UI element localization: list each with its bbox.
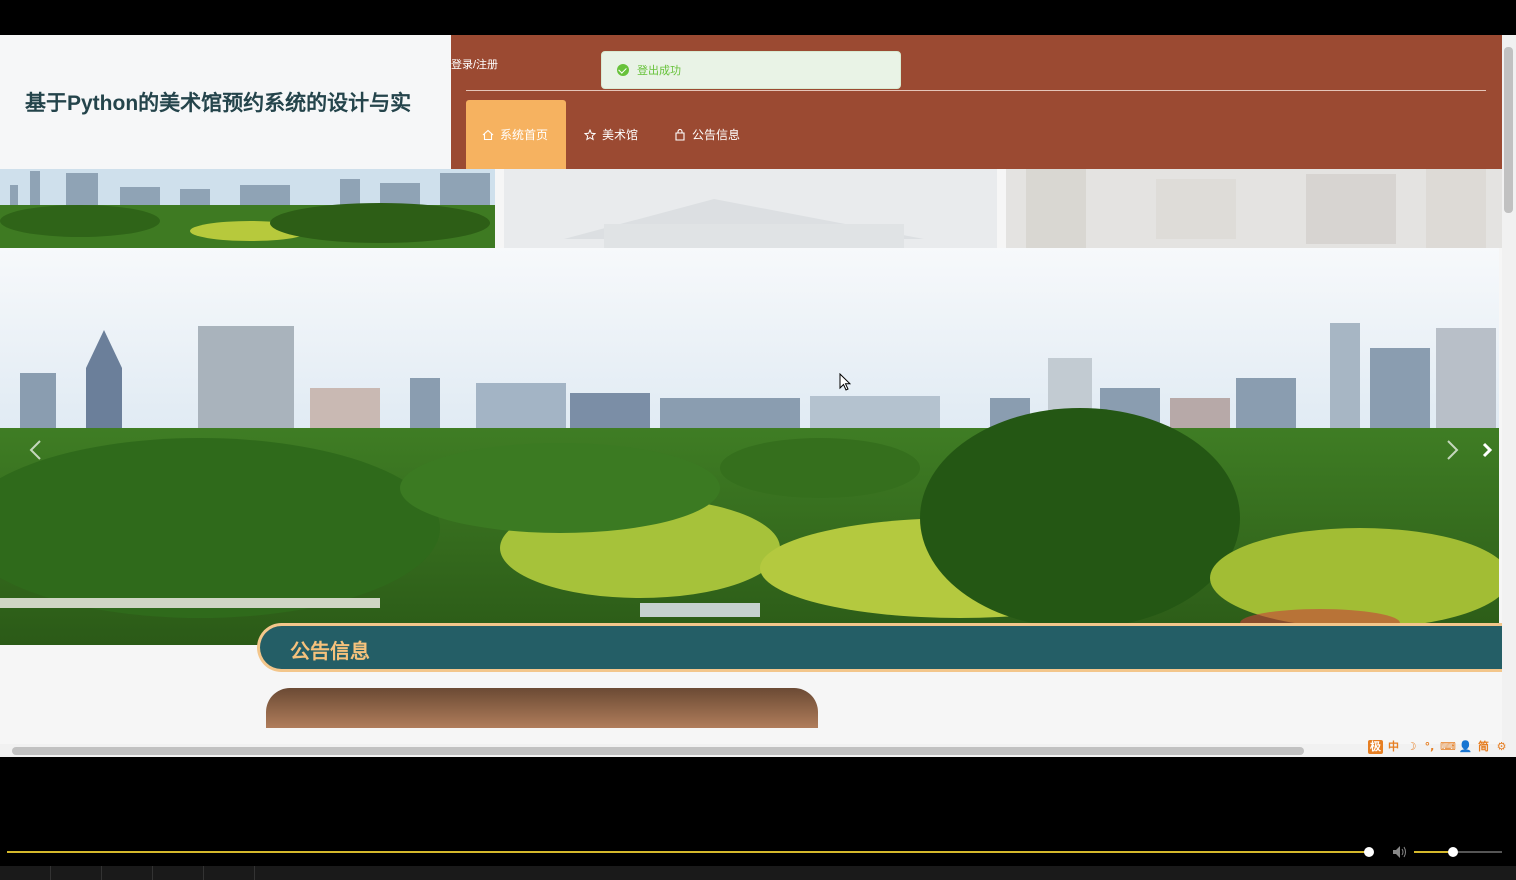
star-icon — [584, 128, 596, 141]
ime-punctuation-icon[interactable]: °, — [1422, 740, 1437, 754]
horizontal-scrollbar[interactable] — [0, 744, 1502, 757]
chevron-right-icon[interactable] — [1476, 438, 1499, 462]
progress-bar[interactable] — [7, 851, 1369, 853]
taskbar-slot[interactable] — [153, 866, 204, 880]
ime-settings-icon[interactable]: ⚙ — [1494, 740, 1509, 754]
ime-keyboard-icon[interactable]: ⌨ — [1440, 740, 1456, 754]
notice-card[interactable] — [266, 688, 818, 728]
header-brand-area: 基于Python的美术馆预约系统的设计与实 — [0, 35, 451, 169]
volume-handle[interactable] — [1448, 847, 1458, 857]
nav-item-notices[interactable]: 公告信息 — [656, 100, 758, 169]
nav-item-home[interactable]: 系统首页 — [466, 100, 566, 169]
hero-banner — [0, 248, 1499, 645]
login-register-link[interactable]: 登录/注册 — [451, 56, 498, 72]
vertical-scrollbar[interactable] — [1502, 35, 1516, 757]
ime-user-icon[interactable]: 👤 — [1458, 740, 1473, 754]
taskbar-slot[interactable] — [204, 866, 255, 880]
ime-toolbar: 极 中 ☽ °, ⌨ 👤 简 ⚙ — [1368, 739, 1509, 755]
horizontal-scrollbar-thumb[interactable] — [12, 747, 1304, 755]
museum-thumbnail-image — [504, 169, 997, 248]
mouse-cursor-icon — [839, 373, 851, 391]
volume-icon[interactable] — [1392, 845, 1408, 859]
check-circle-icon — [617, 64, 629, 76]
ime-language-button[interactable]: 中 — [1386, 740, 1401, 754]
nav-item-label: 系统首页 — [500, 128, 549, 142]
notice-section-title: 公告信息 — [290, 641, 370, 663]
main-nav: 系统首页 美术馆 公告信息 — [466, 100, 758, 169]
header-divider — [466, 90, 1486, 91]
vertical-scrollbar-thumb[interactable] — [1504, 47, 1513, 213]
bag-icon — [675, 128, 685, 141]
toast-message: 登出成功 — [637, 65, 681, 77]
taskbar-slot[interactable] — [102, 866, 153, 880]
chevron-right-icon[interactable] — [1440, 438, 1464, 462]
home-icon — [482, 129, 494, 140]
nav-item-gallery[interactable]: 美术馆 — [566, 100, 656, 169]
taskbar-slot[interactable] — [0, 866, 51, 880]
logout-success-toast: 登出成功 — [601, 51, 901, 89]
city-park-thumbnail-image — [0, 169, 495, 248]
taskbar-slot[interactable] — [51, 866, 102, 880]
notice-section-header: 公告信息 — [257, 623, 1516, 672]
progress-handle[interactable] — [1364, 847, 1374, 857]
ime-simplified-button[interactable]: 简 — [1476, 740, 1491, 754]
screen: 基于Python的美术馆预约系统的设计与实 登录/注册 系统首页 美术馆 公告信… — [0, 0, 1516, 880]
ime-moon-icon[interactable]: ☽ — [1404, 740, 1419, 754]
carousel-thumbnail[interactable] — [0, 169, 495, 248]
gallery-interior-thumbnail-image — [1006, 169, 1502, 248]
nav-item-label: 美术馆 — [602, 128, 639, 142]
site-title: 基于Python的美术馆预约系统的设计与实 — [25, 92, 412, 115]
taskbar — [0, 866, 1516, 880]
nav-item-label: 公告信息 — [692, 128, 741, 142]
carousel-thumbnail[interactable] — [1006, 169, 1502, 248]
ime-logo-button[interactable]: 极 — [1368, 740, 1383, 754]
city-park-hero-image — [0, 248, 1499, 645]
carousel-thumbnail[interactable] — [504, 169, 997, 248]
chevron-left-icon[interactable] — [24, 438, 48, 462]
